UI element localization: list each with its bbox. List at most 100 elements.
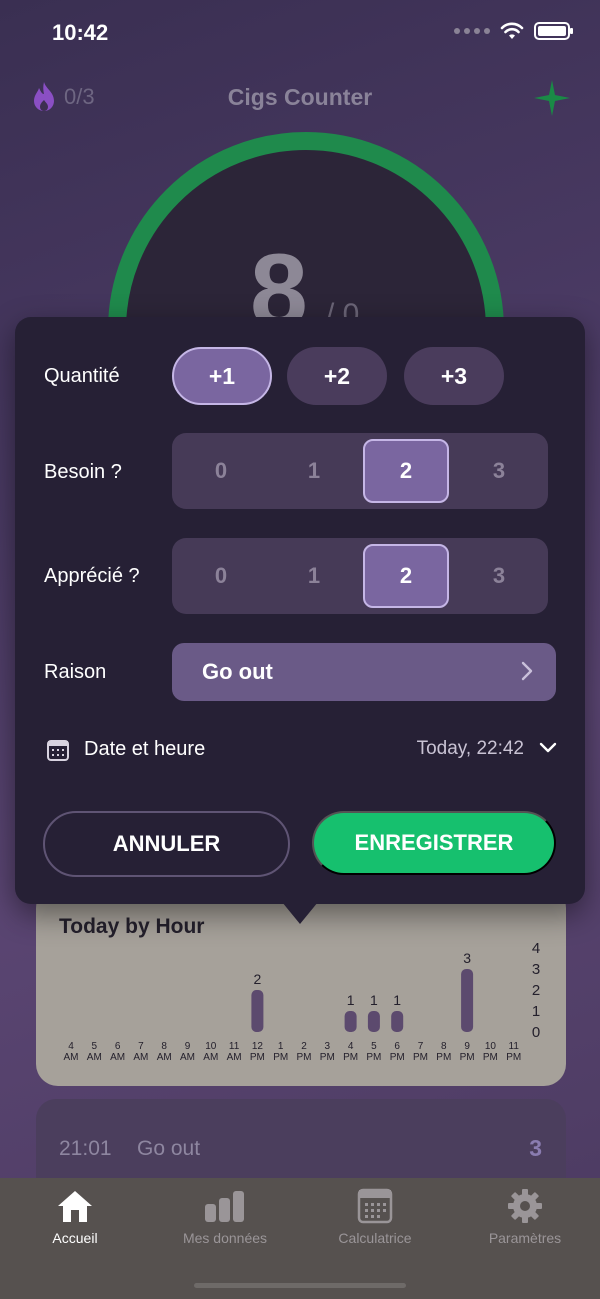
y-tick-label: 3 <box>532 961 540 978</box>
x-tick-hour: 12 <box>252 1041 264 1052</box>
x-tick-hour: 10 <box>205 1041 217 1052</box>
x-tick-hour: 4 <box>348 1041 354 1052</box>
date-time-picker[interactable]: Date et heure Today, 22:42 <box>46 735 558 765</box>
x-tick-period: AM <box>64 1052 79 1063</box>
bar-value-label: 1 <box>393 992 401 1008</box>
sparkle-icon[interactable] <box>532 78 572 118</box>
tab-label: Calculatrice <box>338 1230 412 1246</box>
liked-option-3[interactable]: 3 <box>456 544 542 608</box>
page-title: Cigs Counter <box>227 84 373 110</box>
date-label: Date et heure <box>84 738 206 760</box>
tab-mes-donnees[interactable]: Mes données <box>150 1188 300 1258</box>
quantity-label: Quantité <box>44 365 120 387</box>
tab-label: Paramètres <box>488 1230 562 1246</box>
x-tick-hour: 9 <box>185 1041 191 1052</box>
x-tick-period: PM <box>343 1052 358 1063</box>
x-tick-period: PM <box>460 1052 475 1063</box>
x-tick-period: PM <box>320 1052 335 1063</box>
x-tick-hour: 8 <box>441 1041 447 1052</box>
x-tick-period: AM <box>110 1052 125 1063</box>
x-tick-period: PM <box>436 1052 451 1063</box>
chevron-down-icon <box>539 742 557 753</box>
tab-parametres[interactable]: Paramètres <box>450 1188 600 1258</box>
chart-bar <box>251 990 264 1032</box>
reason-value: Go out <box>202 659 273 684</box>
x-tick-period: PM <box>483 1052 498 1063</box>
entry-time: 21:01 <box>59 1137 112 1160</box>
tab-accueil[interactable]: Accueil <box>0 1188 150 1258</box>
chevron-right-icon <box>521 661 533 681</box>
x-tick-period: PM <box>366 1052 381 1063</box>
chart-bar <box>344 1011 357 1032</box>
chart-bar <box>367 1011 380 1032</box>
x-tick-hour: 3 <box>325 1041 331 1052</box>
liked-option-1[interactable]: 1 <box>271 544 357 608</box>
y-tick-label: 1 <box>532 1003 540 1020</box>
calendar-icon <box>47 740 69 761</box>
x-tick-hour: 7 <box>138 1041 144 1052</box>
x-tick-hour: 7 <box>418 1041 424 1052</box>
x-tick-period: AM <box>203 1052 218 1063</box>
x-tick-period: PM <box>273 1052 288 1063</box>
signal-icon <box>454 28 490 34</box>
reason-label: Raison <box>44 661 107 683</box>
x-tick-hour: 2 <box>301 1041 307 1052</box>
bar-value-label: 3 <box>463 950 471 966</box>
add-cigarette-sheet: Quantité +1 +2 +3 Besoin ? 0 1 2 3 Appré… <box>15 317 585 904</box>
save-button[interactable]: ENREGISTRER <box>312 811 556 875</box>
x-tick-hour: 1 <box>278 1041 284 1052</box>
y-tick-label: 2 <box>532 982 540 999</box>
need-segmented-control: 0 1 2 3 <box>172 433 548 509</box>
chart-bar <box>461 969 474 1032</box>
need-option-1[interactable]: 1 <box>271 439 357 503</box>
liked-option-0[interactable]: 0 <box>178 544 264 608</box>
battery-icon <box>534 22 573 40</box>
cancel-button[interactable]: ANNULER <box>43 811 290 877</box>
quantity-plus2-button[interactable]: +2 <box>287 347 387 405</box>
status-time: 10:42 <box>52 20 109 45</box>
bar-value-label: 2 <box>254 971 262 987</box>
quantity-plus1-button[interactable]: +1 <box>172 347 272 405</box>
x-tick-hour: 6 <box>115 1041 121 1052</box>
x-tick-hour: 11 <box>509 1041 520 1052</box>
bar-value-label: 1 <box>347 992 355 1008</box>
x-tick-hour: 8 <box>161 1041 167 1052</box>
calculator-icon <box>357 1188 393 1224</box>
y-tick-label: 4 <box>532 940 540 957</box>
status-bar: 10:42 <box>0 0 600 66</box>
x-tick-period: PM <box>250 1052 265 1063</box>
need-label: Besoin ? <box>44 461 122 483</box>
need-option-3[interactable]: 3 <box>456 439 542 503</box>
quantity-plus3-button[interactable]: +3 <box>404 347 504 405</box>
x-tick-period: PM <box>506 1052 521 1063</box>
x-tick-hour: 5 <box>371 1041 377 1052</box>
x-tick-hour: 4 <box>68 1041 74 1052</box>
tab-calculatrice[interactable]: Calculatrice <box>300 1188 450 1258</box>
x-tick-period: AM <box>133 1052 148 1063</box>
chart-bar <box>391 1011 404 1032</box>
x-tick-period: AM <box>227 1052 242 1063</box>
tab-bar: Accueil Mes données Calculatrice Paramèt… <box>0 1178 600 1299</box>
status-icons <box>454 22 573 40</box>
reason-picker[interactable]: Go out <box>172 643 556 701</box>
gear-icon <box>508 1189 542 1223</box>
sheet-pointer <box>282 902 318 924</box>
x-tick-hour: 9 <box>464 1041 470 1052</box>
wifi-icon <box>500 22 524 39</box>
x-tick-period: PM <box>297 1052 312 1063</box>
tab-label: Accueil <box>52 1230 98 1246</box>
need-option-0[interactable]: 0 <box>178 439 264 503</box>
x-tick-period: AM <box>87 1052 102 1063</box>
x-tick-hour: 11 <box>229 1041 240 1052</box>
date-value: Today, 22:42 <box>416 738 524 759</box>
liked-option-2[interactable]: 2 <box>363 544 449 608</box>
tab-label: Mes données <box>182 1230 268 1246</box>
need-option-2[interactable]: 2 <box>363 439 449 503</box>
x-tick-period: PM <box>390 1052 405 1063</box>
home-indicator <box>194 1283 406 1288</box>
x-tick-period: AM <box>157 1052 172 1063</box>
bar-chart-icon <box>205 1191 244 1222</box>
liked-segmented-control: 0 1 2 3 <box>172 538 548 614</box>
home-icon <box>58 1191 92 1222</box>
bar-value-label: 1 <box>370 992 378 1008</box>
